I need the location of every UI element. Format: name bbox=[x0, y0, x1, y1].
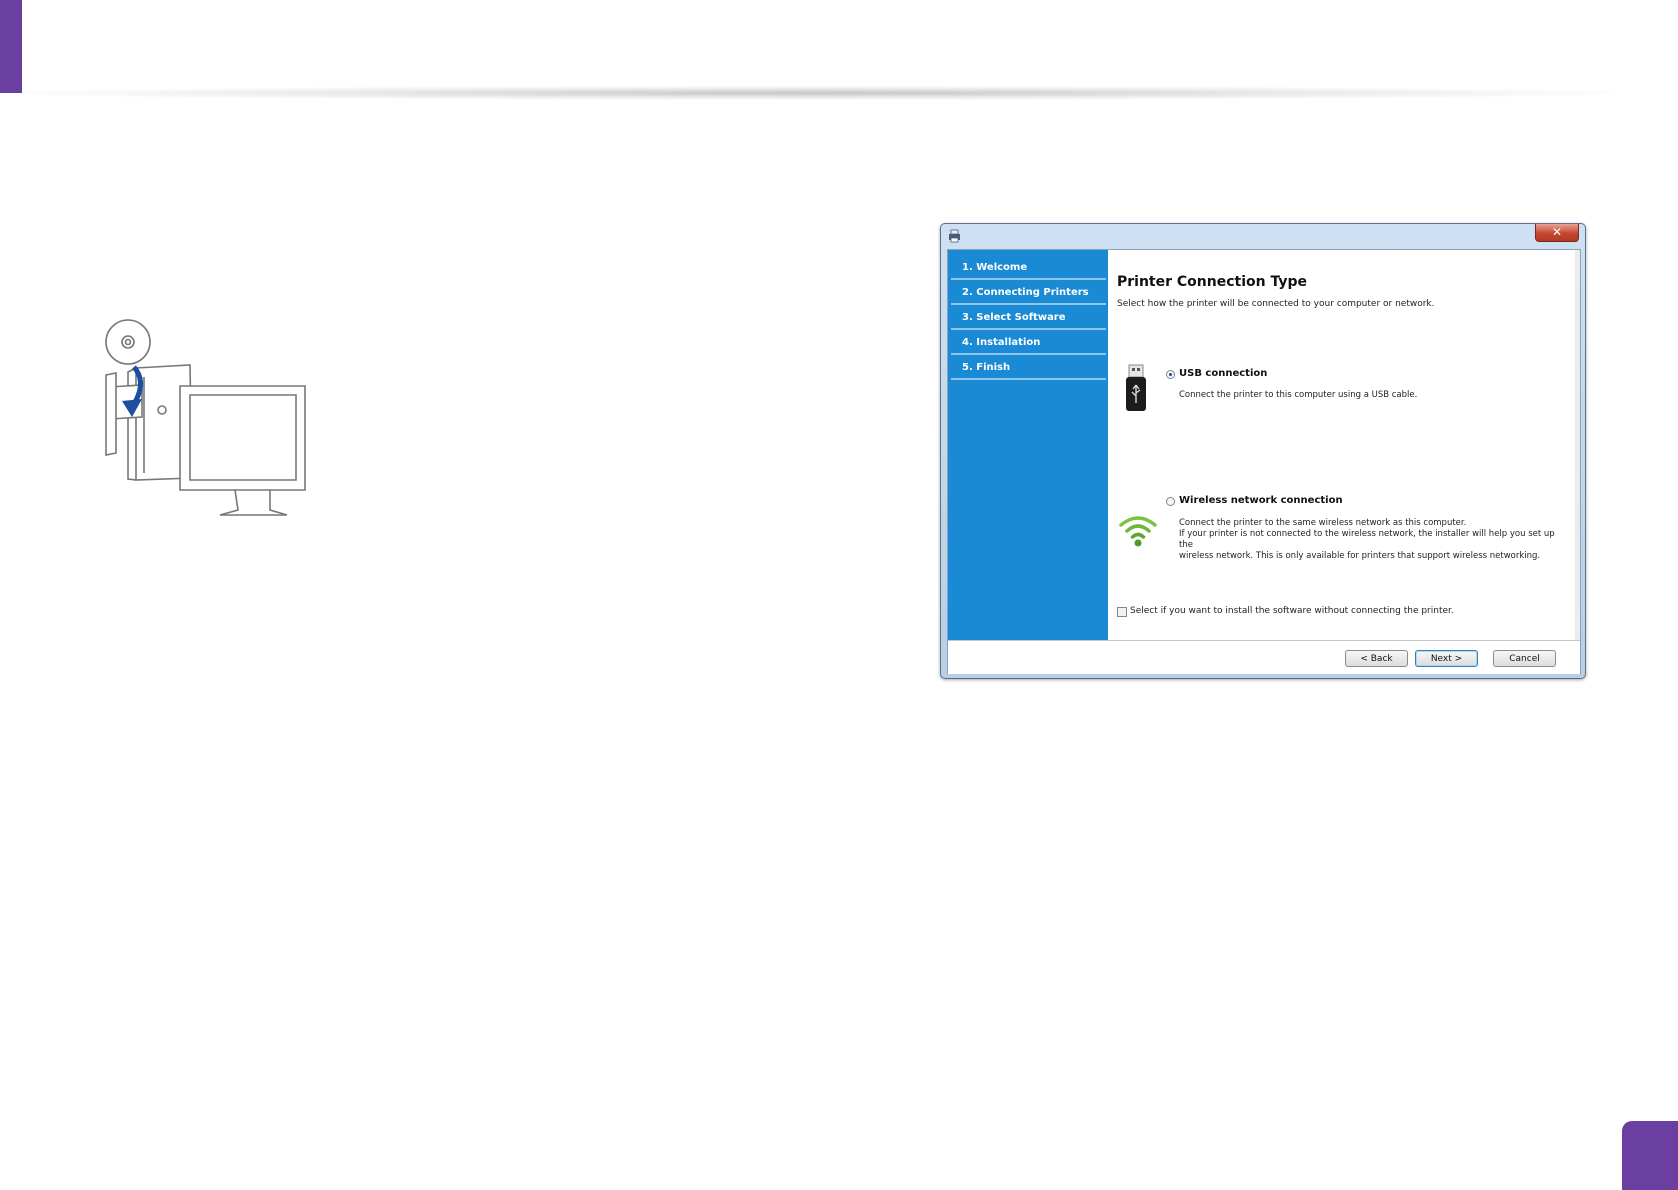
wifi-icon bbox=[1119, 516, 1157, 547]
next-button[interactable]: Next > bbox=[1415, 650, 1478, 667]
install-without-printer-label[interactable]: Select if you want to install the softwa… bbox=[1130, 606, 1454, 616]
wireless-connection-description: Connect the printer to the same wireless… bbox=[1179, 518, 1555, 561]
page-number-badge bbox=[1622, 1121, 1678, 1190]
page-subtitle: Select how the printer will be connected… bbox=[1117, 299, 1435, 309]
step-select-software: 3. Select Software bbox=[951, 307, 1106, 330]
steps-sidebar: 1. Welcome 2. Connecting Printers 3. Sel… bbox=[948, 250, 1108, 640]
chapter-tab bbox=[0, 0, 22, 93]
printer-app-icon bbox=[949, 229, 960, 243]
install-cd-illustration bbox=[105, 319, 306, 516]
usb-icon bbox=[1126, 364, 1146, 411]
wireless-connection-label[interactable]: Wireless network connection bbox=[1179, 495, 1343, 506]
install-without-printer-checkbox[interactable] bbox=[1117, 607, 1127, 617]
page-title: Printer Connection Type bbox=[1117, 274, 1307, 290]
content-panel: Printer Connection Type Select how the p… bbox=[1108, 250, 1580, 640]
usb-connection-description: Connect the printer to this computer usi… bbox=[1179, 390, 1418, 400]
title-bar: ✕ bbox=[941, 224, 1585, 248]
usb-connection-radio[interactable] bbox=[1166, 370, 1175, 379]
installer-window: ✕ 1. Welcome 2. Connecting Printers 3. S… bbox=[940, 223, 1586, 679]
window-client-area: 1. Welcome 2. Connecting Printers 3. Sel… bbox=[947, 249, 1581, 674]
step-welcome: 1. Welcome bbox=[951, 257, 1106, 280]
content-scrollbar[interactable] bbox=[1575, 250, 1580, 640]
wireless-connection-radio[interactable] bbox=[1166, 497, 1175, 506]
button-bar: < Back Next > Cancel bbox=[948, 640, 1580, 674]
cancel-button[interactable]: Cancel bbox=[1493, 650, 1556, 667]
back-button[interactable]: < Back bbox=[1345, 650, 1408, 667]
step-installation: 4. Installation bbox=[951, 332, 1106, 355]
step-finish: 5. Finish bbox=[951, 357, 1106, 380]
header-rule bbox=[22, 86, 1612, 100]
step-connecting-printers: 2. Connecting Printers bbox=[951, 282, 1106, 305]
usb-connection-label[interactable]: USB connection bbox=[1179, 368, 1267, 379]
window-close-button[interactable]: ✕ bbox=[1535, 224, 1579, 242]
